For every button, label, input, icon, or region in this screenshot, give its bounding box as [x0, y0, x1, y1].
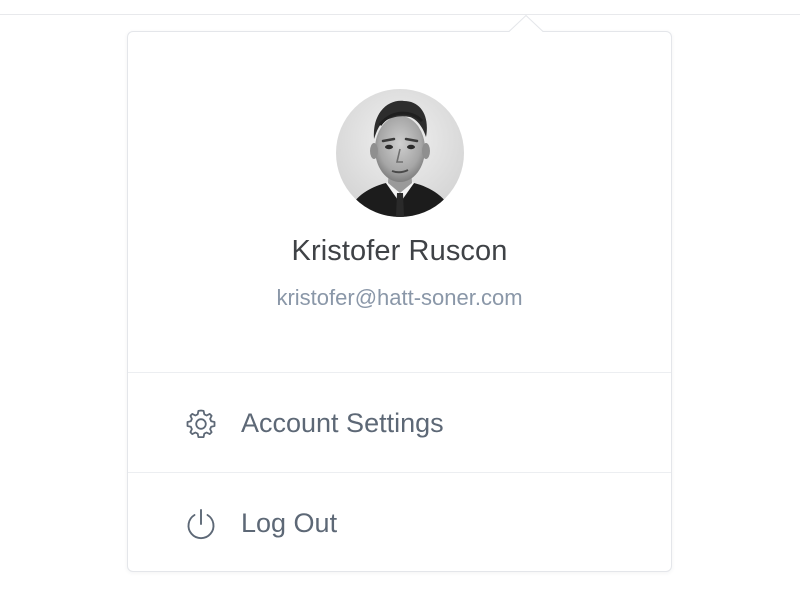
user-menu-dropdown: Kristofer Ruscon kristofer@hatt-soner.co…	[127, 15, 672, 573]
dropdown-caret	[508, 15, 544, 33]
top-bar	[0, 0, 800, 15]
power-icon	[187, 509, 215, 540]
log-out-label: Log Out	[241, 508, 338, 538]
account-settings-button[interactable]: Account Settings	[128, 373, 671, 473]
user-email: kristofer@hatt-soner.com	[276, 285, 523, 310]
user-portrait-photo	[336, 89, 464, 217]
gear-icon	[186, 409, 216, 438]
log-out-button[interactable]: Log Out	[128, 473, 671, 573]
user-name: Kristofer Ruscon	[291, 235, 508, 267]
account-settings-label: Account Settings	[241, 408, 444, 438]
profile-section: Kristofer Ruscon kristofer@hatt-soner.co…	[128, 32, 671, 373]
avatar[interactable]	[336, 89, 464, 217]
